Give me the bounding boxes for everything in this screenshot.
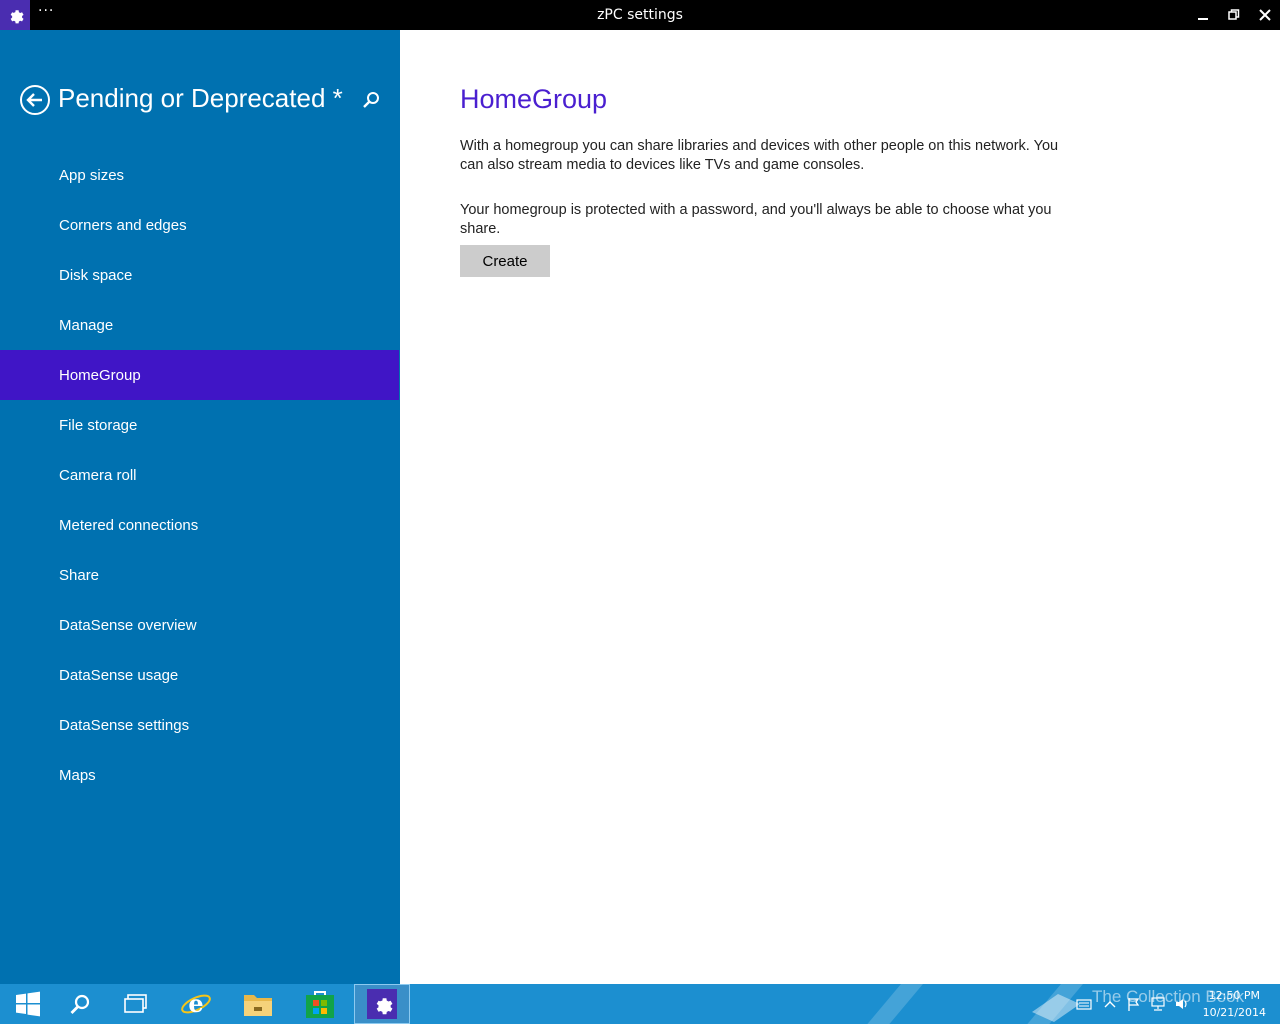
nav-list: App sizes Corners and edges Disk space M… (0, 150, 400, 800)
sidebar-item-app-sizes[interactable]: App sizes (0, 150, 399, 200)
homegroup-password-note: Your homegroup is protected with a passw… (460, 202, 1052, 237)
sidebar-item-manage[interactable]: Manage (0, 300, 399, 350)
sidebar-title: Pending or Deprecated * (58, 83, 343, 113)
sidebar-item-disk-space[interactable]: Disk space (0, 250, 399, 300)
svg-text:e: e (188, 989, 203, 1018)
search-icon (70, 994, 90, 1014)
search-button[interactable] (360, 89, 382, 111)
show-hidden-icons-icon[interactable] (1102, 996, 1118, 1012)
start-icon (16, 991, 40, 1017)
sidebar-item-homegroup[interactable]: HomeGroup (0, 350, 399, 400)
clock-date[interactable]: 10/21/2014 (1203, 1006, 1266, 1019)
create-button[interactable]: Create (460, 245, 550, 277)
taskbar: e The Collection Book 12:50 PM 10/21/201… (0, 984, 1280, 1024)
sidebar-item-datasense-overview[interactable]: DataSense overview (0, 600, 399, 650)
action-center-flag-icon[interactable] (1126, 996, 1142, 1012)
restore-icon (1227, 9, 1239, 20)
page-title: HomeGroup (460, 84, 608, 114)
settings-app-button[interactable] (354, 984, 410, 1024)
search-icon (363, 92, 379, 108)
store-icon (306, 991, 334, 1018)
title-bar: ··· zPC settings (0, 0, 1280, 30)
start-button[interactable] (0, 984, 56, 1024)
taskbar-decoration (850, 984, 932, 1024)
task-view-button[interactable] (108, 984, 164, 1024)
internet-explorer-button[interactable]: e (168, 984, 224, 1024)
restore-button[interactable] (1218, 0, 1249, 30)
main-content: HomeGroup With a homegroup you can share… (400, 30, 1280, 984)
sidebar-item-datasense-settings[interactable]: DataSense settings (0, 700, 399, 750)
sidebar-item-corners-and-edges[interactable]: Corners and edges (0, 200, 399, 250)
sidebar-item-datasense-usage[interactable]: DataSense usage (0, 650, 399, 700)
minimize-button[interactable] (1187, 0, 1218, 30)
system-tray: The Collection Book 12:50 PM 10/21/2014 (1020, 984, 1280, 1024)
sidebar-item-maps[interactable]: Maps (0, 750, 399, 800)
network-icon[interactable] (1150, 996, 1166, 1012)
file-explorer-icon (244, 995, 272, 1016)
close-button[interactable] (1249, 0, 1280, 30)
store-button[interactable] (292, 984, 348, 1024)
task-view-icon (124, 994, 147, 1013)
taskbar-search-button[interactable] (52, 984, 108, 1024)
settings-icon (367, 989, 397, 1019)
window-title: zPC settings (597, 7, 683, 23)
sidebar-item-camera-roll[interactable]: Camera roll (0, 450, 399, 500)
volume-icon[interactable] (1174, 996, 1190, 1012)
back-button[interactable] (19, 84, 51, 116)
internet-explorer-icon: e (181, 989, 211, 1018)
sidebar-header: Pending or Deprecated * (0, 80, 400, 120)
sidebar-item-share[interactable]: Share (0, 550, 399, 600)
sidebar: Pending or Deprecated * App sizes Corner… (0, 30, 400, 984)
sidebar-item-metered-connections[interactable]: Metered connections (0, 500, 399, 550)
clock-time[interactable]: 12:50 PM (1209, 989, 1260, 1002)
sidebar-item-file-storage[interactable]: File storage (0, 400, 399, 450)
homegroup-description: With a homegroup you can share libraries… (460, 138, 1059, 173)
minimize-icon (1197, 18, 1208, 20)
close-icon (1258, 9, 1271, 21)
back-arrow-icon (20, 85, 50, 115)
file-explorer-button[interactable] (230, 984, 286, 1024)
keyboard-icon[interactable] (1076, 996, 1092, 1012)
